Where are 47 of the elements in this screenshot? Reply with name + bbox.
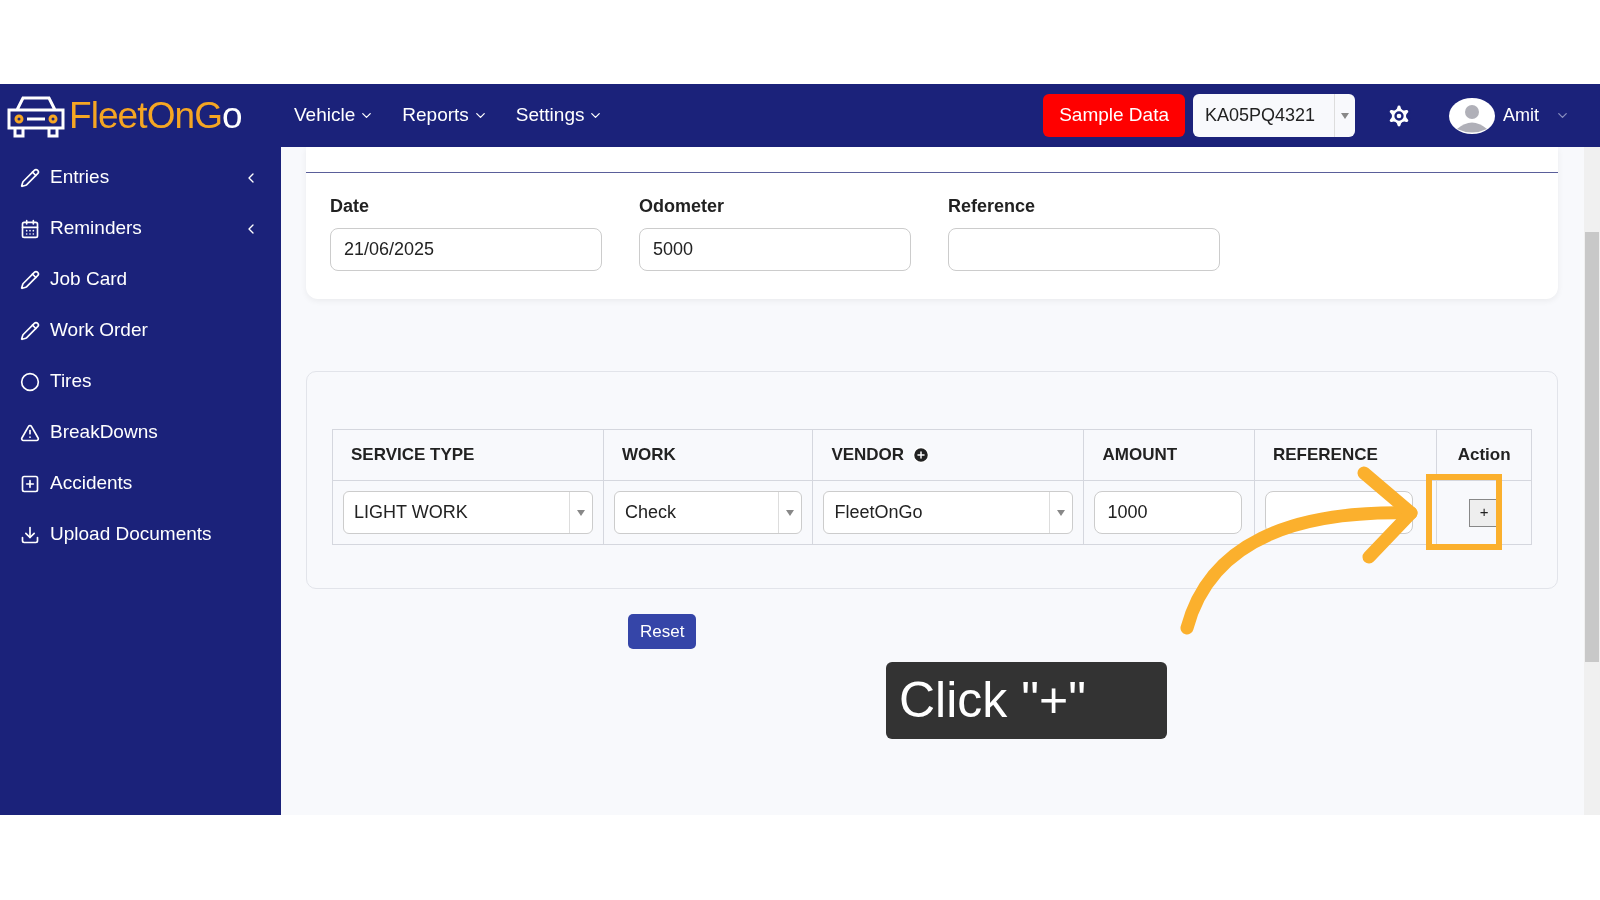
avatar-icon[interactable] [1449, 97, 1495, 134]
select-field[interactable]: LIGHT WORK [343, 491, 594, 534]
warning-icon [20, 422, 40, 443]
nav-menu[interactable]: Settings [515, 101, 604, 130]
edit-icon [20, 320, 40, 341]
field-label: Date [330, 195, 370, 218]
select-field[interactable]: Check [614, 491, 803, 534]
column-header: SERVICE TYPE [333, 430, 605, 480]
brand-logo-text: FleetOnGo [69, 93, 242, 138]
select-field[interactable]: FleetOnGo [823, 491, 1074, 534]
nav-menu[interactable]: Vehicle [294, 101, 375, 130]
sidebar-item[interactable]: Reminders [0, 203, 281, 254]
calendar-icon [20, 218, 40, 239]
sidebar-item[interactable]: Work Order [0, 305, 281, 356]
dropdown-caret-icon [1341, 112, 1349, 119]
field-label: Reference [948, 195, 1037, 218]
column-header: AMOUNT [1084, 430, 1255, 480]
dropdown-caret-icon [1057, 509, 1066, 516]
nav-menu[interactable]: Reports [402, 101, 488, 130]
sample-data-button[interactable]: Sample Data [1043, 94, 1185, 137]
text-field[interactable] [948, 228, 1220, 271]
sidebar-item[interactable]: Upload Documents [0, 509, 281, 560]
text-field[interactable]: 5000 [639, 228, 911, 271]
sidebar-item[interactable]: Entries [0, 152, 281, 203]
column-header: REFERENCE [1254, 430, 1438, 480]
sidebar-item[interactable]: BreakDowns [0, 407, 281, 458]
column-header: VENDOR [813, 430, 1085, 480]
reset-button[interactable]: Reset [628, 614, 697, 649]
vehicle-select[interactable]: KA05PQ4321 [1193, 94, 1355, 137]
column-header: Action [1456, 444, 1512, 467]
sidebar-item[interactable]: Job Card [0, 254, 281, 305]
user-name[interactable]: Amit [1503, 102, 1539, 129]
plus-square-icon [20, 473, 40, 494]
field-label: Odometer [639, 195, 726, 218]
circle-icon [20, 371, 40, 392]
instruction-callout: Click "+" [886, 662, 1167, 739]
sidebar-item[interactable]: Tires [0, 356, 281, 407]
column-header: WORK [604, 430, 814, 480]
sidebar-item[interactable]: Accidents [0, 458, 281, 509]
text-field[interactable]: 21/06/2025 [330, 228, 602, 271]
dropdown-caret-icon [577, 509, 586, 516]
dropdown-caret-icon [786, 509, 795, 516]
add-circle-icon[interactable] [912, 446, 931, 464]
text-field[interactable]: 1000 [1094, 491, 1243, 534]
download-icon [20, 524, 40, 545]
edit-icon [20, 167, 40, 188]
edit-icon [20, 269, 40, 290]
